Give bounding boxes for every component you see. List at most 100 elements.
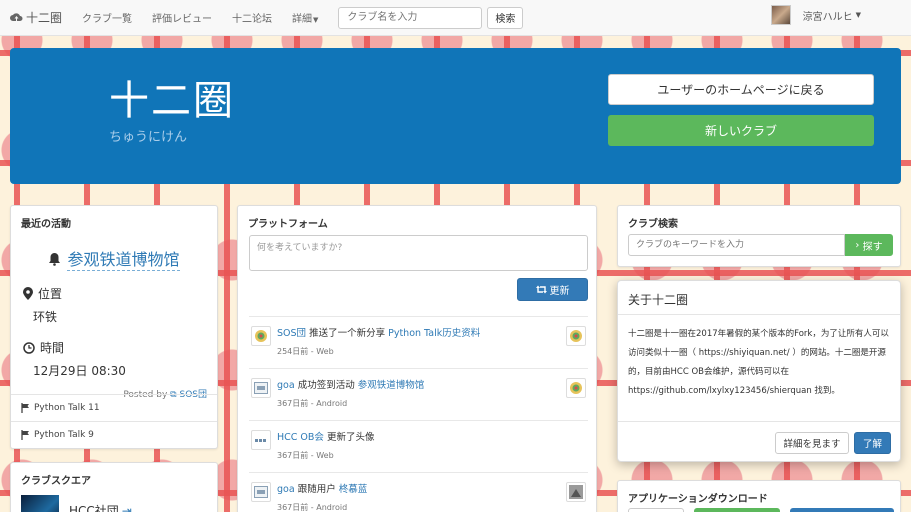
search-button[interactable]: 検索 [487,6,524,29]
feed-target-link[interactable]: 参观铁道博物馆 [358,380,425,391]
site-subtitle: ちゅうにけん [109,130,188,145]
feed-avatar[interactable] [251,482,271,502]
nav-club-list[interactable]: クラブ一覧 [82,10,132,25]
nav-more-label: 詳細 [292,14,313,25]
feed-target-link[interactable]: Python Talk历史资料 [388,328,480,339]
flag-icon [21,430,29,440]
sos-logo-icon [570,330,582,342]
feed-item: SOS団 推送了一个新分享 Python Talk历史资料 254日前 - We… [249,316,588,368]
feed-action: 成功签到活动 [294,380,358,391]
feed-target-link[interactable]: 柊慕蓝 [339,484,368,495]
hcc-logo-icon [255,439,266,442]
time-label: 時間 [40,341,65,355]
update-label: 更新 [549,286,570,297]
flag-icon [21,403,29,413]
activity-list-item[interactable]: Python Talk 9 [11,421,217,448]
new-club-button[interactable]: 新しいクラブ [608,115,874,146]
user-name: 涼宮ハルヒ [802,11,853,23]
top-navbar: 十二圈 クラブ一覧 評価レビュー 十二论坛 詳細▼ 検索 涼宮ハルヒ ▼ [0,0,911,36]
user-avatar [770,5,791,25]
see-details-button[interactable]: 詳細を見ます [775,432,849,454]
feed-avatar[interactable] [251,430,271,450]
feed-target-thumb[interactable] [566,378,586,398]
feed-action: 推送了一个新分享 [306,328,389,339]
download-button[interactable] [790,508,894,512]
caret-down-icon: ▼ [313,16,319,24]
club-thumbnail [21,495,59,512]
feed-meta: 367日前 - Android [277,503,348,512]
brand-name: 十二圈 [26,11,63,25]
image-placeholder-icon [254,486,268,498]
activity-list-label: Python Talk 9 [34,430,94,440]
feed-text: HCC OB会 更新了头像 [277,429,374,443]
bell-icon [49,252,61,266]
feed-action: 跟随用户 [294,484,339,495]
modal-title: 关于十二圈 [618,281,900,315]
sos-logo-icon [255,330,267,342]
feed-text: SOS団 推送了一个新分享 Python Talk历史资料 [277,325,480,339]
feed-item: HCC OB会 更新了头像 367日前 - Web [249,420,588,472]
download-button[interactable] [694,508,780,512]
chevron-right-icon: › [855,239,863,251]
feed-user-link[interactable]: SOS団 [277,328,306,339]
retweet-icon [535,285,547,294]
time-value: 12月29日 08:30 [33,364,126,378]
feed-avatar[interactable] [251,378,271,398]
nav-forum[interactable]: 十二论坛 [232,10,272,25]
find-label: 探す [862,241,883,253]
clock-icon [23,341,35,354]
location-value: 环铁 [33,310,58,324]
panel-heading: プラットフォーム [248,219,328,230]
nav-more-dropdown[interactable]: 詳細▼ [292,10,318,25]
user-avatar-icon [569,485,583,499]
panel-heading: クラブ検索 [628,219,678,230]
club-square-panel: クラブスクエア HCC社団 ⇥ [10,462,218,512]
club-keyword-input[interactable] [628,234,845,256]
club-name-search-input[interactable] [338,6,483,29]
activity-list-item[interactable]: Python Talk 11 [11,394,217,421]
update-button[interactable]: 更新 [517,278,588,301]
feed-avatar[interactable] [251,326,271,346]
feed-text: goa 成功签到活动 参观铁道博物馆 [277,377,424,391]
panel-heading: クラブスクエア [21,476,91,487]
find-button[interactable]: › 探す [845,234,893,256]
feed-user-link[interactable]: HCC OB会 [277,432,324,443]
club-name: HCC社団 [69,503,119,512]
feed-meta: 367日前 - Android [277,399,348,408]
panel-heading: アプリケーションダウンロード [628,494,768,505]
brand-link[interactable]: 十二圈 [10,9,62,26]
about-modal: 关于十二圈 十二圈是十一圈在2017年暑假的某个版本的Fork，为了让所有人可以… [617,280,901,462]
location-row: 位置 [23,285,217,302]
user-menu[interactable]: 涼宮ハルヒ ▼ [770,5,861,25]
activity-list-label: Python Talk 11 [34,403,100,413]
feed-action: 更新了头像 [323,432,375,443]
image-placeholder-icon [254,382,268,394]
hero-banner: 十二圈 ちゅうにけん ユーザーのホームページに戻る 新しいクラブ [10,48,901,184]
cloud-upload-icon [10,13,23,21]
ok-button[interactable]: 了解 [854,432,891,454]
feed-user-link[interactable]: goa [277,484,295,495]
club-search-group: › 探す [628,234,893,256]
feed-target-thumb[interactable] [566,482,586,502]
feed-meta: 254日前 - Web [277,347,334,356]
activity-title-link[interactable]: 参观铁道博物馆 [67,246,180,271]
site-title: 十二圈 [109,78,235,124]
feed-item: goa 跟随用户 柊慕蓝 367日前 - Android [249,472,588,512]
feed-item: goa 成功签到活动 参观铁道博物馆 367日前 - Android [249,368,588,420]
time-row: 時間 [23,339,217,356]
club-square-item[interactable]: HCC社団 ⇥ [21,495,217,512]
platform-panel: プラットフォーム 何を考えていますか? 更新 SOS団 推送了一个新分享 Pyt… [237,205,597,512]
feed-text: goa 跟随用户 柊慕蓝 [277,481,367,495]
map-marker-icon [23,287,33,300]
modal-footer: 詳細を見ます 了解 [618,421,900,463]
post-textarea[interactable]: 何を考えていますか? [249,235,588,271]
back-to-homepage-button[interactable]: ユーザーのホームページに戻る [608,74,874,105]
recent-activity-panel: 最近の活動 参观铁道博物馆 位置 环铁 時間 12月29日 08:30 Post… [10,205,218,449]
download-button[interactable] [628,508,684,512]
panel-heading: 最近の活動 [21,219,71,230]
feed-user-link[interactable]: goa [277,380,295,391]
sign-in-icon[interactable]: ⇥ [122,504,132,512]
nav-reviews[interactable]: 評価レビュー [152,10,212,25]
feed-meta: 367日前 - Web [277,451,334,460]
feed-target-thumb[interactable] [566,326,586,346]
